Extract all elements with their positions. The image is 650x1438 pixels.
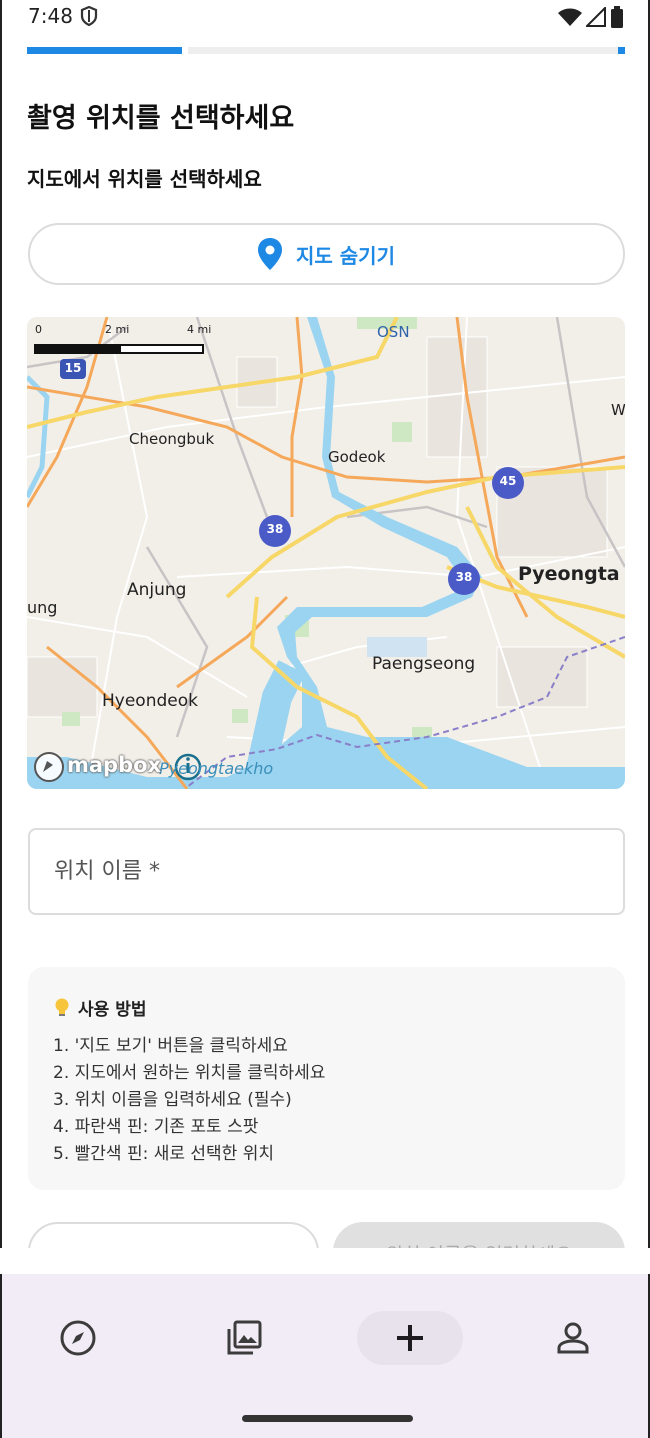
home-indicator[interactable]: [242, 1415, 413, 1422]
usage-guide-title: 사용 방법: [54, 995, 146, 1020]
place-anjung: Anjung: [127, 580, 187, 600]
scale-label-mid: 2 mi: [105, 323, 130, 336]
list-item: 2. 지도에서 원하는 위치를 클릭하세요: [53, 1063, 326, 1083]
usage-guide-heading: 사용 방법: [78, 1000, 147, 1020]
shield-icon: [80, 6, 98, 26]
battery-icon: [611, 6, 623, 28]
nav-gallery[interactable]: [214, 1314, 274, 1362]
mapbox-attribution[interactable]: mapbox: [67, 753, 161, 777]
place-hyeondeok: Hyeondeok: [102, 691, 198, 711]
place-edge-ung: ung: [27, 598, 58, 617]
hide-map-label: 지도 숨기기: [296, 243, 395, 268]
progress-end-marker: [618, 47, 625, 54]
list-item: 3. 위치 이름을 입력하세요 (필수): [53, 1090, 292, 1110]
place-pyeongtaek: Pyeongta: [518, 563, 620, 585]
list-item: 4. 파란색 핀: 기존 포토 스팟: [53, 1117, 259, 1137]
hide-map-button[interactable]: 지도 숨기기: [28, 223, 625, 285]
place-pyeongtaekho: Pyeongtaekho: [159, 759, 274, 778]
lightbulb-icon: [55, 998, 69, 1016]
route-label-38-west: 38: [266, 522, 284, 536]
route-label-45: 45: [499, 474, 517, 488]
route-label-15: 15: [64, 361, 82, 375]
status-time: 7:48: [28, 4, 73, 28]
progress-fill: [27, 47, 182, 54]
place-cheongbuk: Cheongbuk: [129, 430, 215, 448]
compass-icon: [60, 1320, 96, 1356]
place-godeok: Godeok: [328, 448, 386, 466]
list-item: 5. 빨간색 핀: 새로 선택한 위치: [53, 1144, 275, 1164]
nav-profile[interactable]: [543, 1314, 603, 1362]
place-osn: OSN: [377, 323, 410, 341]
step-progress-bar: [27, 47, 625, 54]
profile-icon: [557, 1322, 589, 1354]
list-item: 1. '지도 보기' 버튼을 클릭하세요: [53, 1036, 288, 1056]
map-pin-icon: [258, 238, 283, 270]
map-view[interactable]: 0 2 mi 4 mi OSN W Cheongbuk Godeok Anjun…: [27, 317, 625, 789]
place-paengseong: Paengseong: [372, 654, 476, 674]
scroll-clip: [0, 1248, 650, 1274]
map-canvas[interactable]: [27, 317, 625, 789]
scale-label-end: 4 mi: [187, 323, 212, 336]
location-name-input[interactable]: [28, 828, 625, 915]
status-bar: 7:48: [0, 0, 650, 34]
mapbox-logo-icon: [34, 752, 64, 782]
map-scale-bar: [34, 344, 204, 354]
wifi-icon: [558, 8, 582, 26]
usage-guide-list: 1. '지도 보기' 버튼을 클릭하세요 2. 지도에서 원하는 위치를 클릭하…: [53, 1033, 325, 1168]
place-edge-w: W: [611, 401, 625, 419]
usage-guide: 사용 방법 1. '지도 보기' 버튼을 클릭하세요 2. 지도에서 원하는 위…: [28, 967, 625, 1190]
nav-add[interactable]: [357, 1311, 463, 1365]
scale-label-zero: 0: [35, 323, 42, 336]
page-title: 촬영 위치를 선택하세요: [27, 103, 295, 134]
progress-gap: [182, 47, 188, 54]
bottom-navigation: [2, 1274, 648, 1438]
signal-icon: [586, 7, 606, 27]
add-icon: [397, 1325, 423, 1351]
gallery-icon: [227, 1320, 262, 1355]
nav-explore[interactable]: [48, 1314, 108, 1362]
section-title: 지도에서 위치를 선택하세요: [27, 167, 262, 191]
route-label-38-east: 38: [455, 570, 473, 584]
